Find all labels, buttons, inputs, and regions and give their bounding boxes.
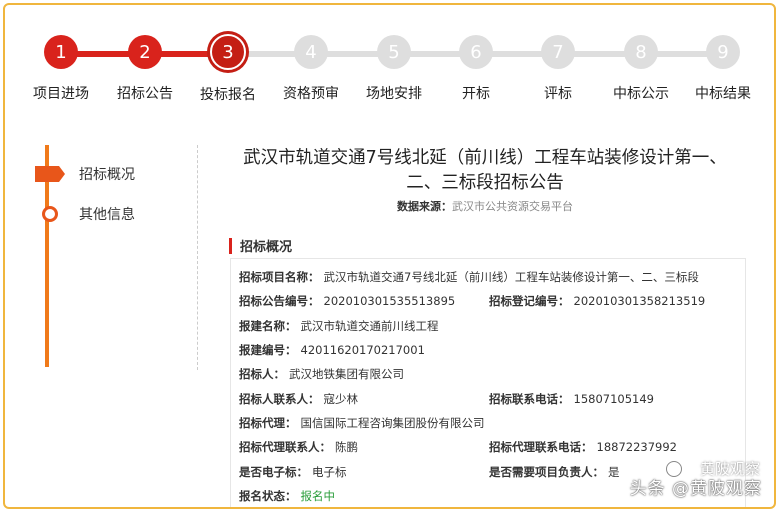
field-value: 202010301358213519 <box>573 294 706 309</box>
section-title: 招标概况 <box>240 240 293 255</box>
info-row: 报建编号： 42011620170217001 <box>239 338 745 362</box>
progress-steps: 1 项目进场 2 招标公告 3 投标报名 4 资格预审 5 场地安排 6 开标 … <box>5 5 774 110</box>
step-7[interactable]: 7 评标 <box>518 35 598 103</box>
step-label: 中标结果 <box>695 86 751 102</box>
field-value: 陈鹏 <box>335 440 358 455</box>
field-value: 电子标 <box>312 464 347 479</box>
step-number: 4 <box>294 35 328 69</box>
nav-item-label: 其他信息 <box>79 207 135 223</box>
field-label: 招标代理： <box>239 415 297 430</box>
step-3-current[interactable]: 3 投标报名 <box>188 34 268 104</box>
watermark: 头条 @黄陂观察 <box>629 479 762 499</box>
info-row: 招标人： 武汉地铁集团有限公司 <box>239 362 745 386</box>
field-value: 寇少林 <box>323 391 359 406</box>
nav-item-label: 招标概况 <box>79 167 135 183</box>
step-label: 投标报名 <box>200 87 256 103</box>
info-row: 招标代理： 国信国际工程咨询集团股份有限公司 <box>239 411 745 435</box>
step-label: 场地安排 <box>366 86 422 102</box>
step-5[interactable]: 5 场地安排 <box>354 35 434 103</box>
dot-marker-icon <box>42 206 58 222</box>
nav-item-other-info[interactable]: 其他信息 <box>35 204 135 224</box>
field-label: 报建名称： <box>239 318 297 333</box>
field-value: 是 <box>608 464 620 479</box>
data-source-label: 数据来源： <box>397 200 452 213</box>
section-bar <box>229 237 232 254</box>
field-value: 武汉市轨道交通7号线北延（前川线）工程车站装修设计第一、二、三标段 <box>323 270 699 285</box>
step-number: 7 <box>541 35 575 69</box>
notice-title-line2: 二、三标段招标公告 <box>406 173 564 193</box>
field-label: 招标代理联系电话： <box>489 440 593 455</box>
data-source-value: 武汉市公共资源交易平台 <box>452 200 573 213</box>
field-value: 42011620170217001 <box>300 343 425 358</box>
field-label: 报建编号： <box>239 343 297 358</box>
step-label: 招标公告 <box>117 86 173 102</box>
step-number: 1 <box>44 35 78 69</box>
step-number: 8 <box>624 35 658 69</box>
step-label: 评标 <box>544 86 572 102</box>
field-label: 招标公告编号： <box>239 294 320 309</box>
field-label: 报名状态： <box>239 488 297 503</box>
field-label: 招标人联系人： <box>239 391 320 406</box>
field-label: 招标代理联系人： <box>239 440 331 455</box>
step-2[interactable]: 2 招标公告 <box>105 35 185 103</box>
field-value: 武汉地铁集团有限公司 <box>289 367 404 382</box>
step-number: 6 <box>459 35 493 69</box>
section-header: 招标概况 <box>229 236 292 255</box>
field-value: 国信国际工程咨询集团股份有限公司 <box>300 415 485 430</box>
info-row: 招标代理联系人： 陈鹏 招标代理联系电话： 18872237992 <box>239 435 745 459</box>
step-1[interactable]: 1 项目进场 <box>21 35 101 103</box>
info-row: 报建名称： 武汉市轨道交通前川线工程 <box>239 314 745 338</box>
step-6[interactable]: 6 开标 <box>436 35 516 103</box>
step-number: 3 <box>210 34 246 70</box>
active-marker-icon <box>35 166 65 182</box>
notice-title: 武汉市轨道交通7号线北延（前川线）工程车站装修设计第一、 二、三标段招标公告 <box>215 146 755 196</box>
step-4[interactable]: 4 资格预审 <box>271 35 351 103</box>
step-9[interactable]: 9 中标结果 <box>683 35 763 103</box>
column-divider <box>197 145 198 370</box>
nav-item-overview[interactable]: 招标概况 <box>35 164 135 184</box>
step-8[interactable]: 8 中标公示 <box>601 35 681 103</box>
field-value: 15807105149 <box>573 391 654 406</box>
step-label: 开标 <box>462 86 490 102</box>
step-label: 中标公示 <box>613 86 669 102</box>
data-source: 数据来源：武汉市公共资源交易平台 <box>215 198 755 214</box>
step-number: 9 <box>706 35 740 69</box>
step-number: 5 <box>377 35 411 69</box>
field-label: 是否电子标： <box>239 464 308 479</box>
step-number: 2 <box>128 35 162 69</box>
field-label: 招标联系电话： <box>489 391 570 406</box>
info-row: 招标人联系人： 寇少林 招标联系电话： 15807105149 <box>239 386 745 410</box>
page-frame: 1 项目进场 2 招标公告 3 投标报名 4 资格预审 5 场地安排 6 开标 … <box>3 3 776 509</box>
step-label: 资格预审 <box>283 86 339 102</box>
field-label: 招标项目名称： <box>239 270 320 285</box>
step-label: 项目进场 <box>33 86 89 102</box>
info-row: 招标项目名称： 武汉市轨道交通7号线北延（前川线）工程车站装修设计第一、二、三标段 <box>239 265 745 289</box>
field-label: 招标登记编号： <box>489 294 570 309</box>
field-value: 202010301535513895 <box>323 294 456 309</box>
field-value: 18872237992 <box>596 440 677 455</box>
info-row: 招标公告编号： 202010301535513895 招标登记编号： 2020103… <box>239 289 745 313</box>
field-label: 是否需要项目负责人： <box>489 464 604 479</box>
notice-title-line1: 武汉市轨道交通7号线北延（前川线）工程车站装修设计第一、 <box>243 148 727 168</box>
field-label: 招标人： <box>239 367 285 382</box>
field-value: 武汉市轨道交通前川线工程 <box>300 318 439 333</box>
status-value: 报名中 <box>300 488 336 503</box>
